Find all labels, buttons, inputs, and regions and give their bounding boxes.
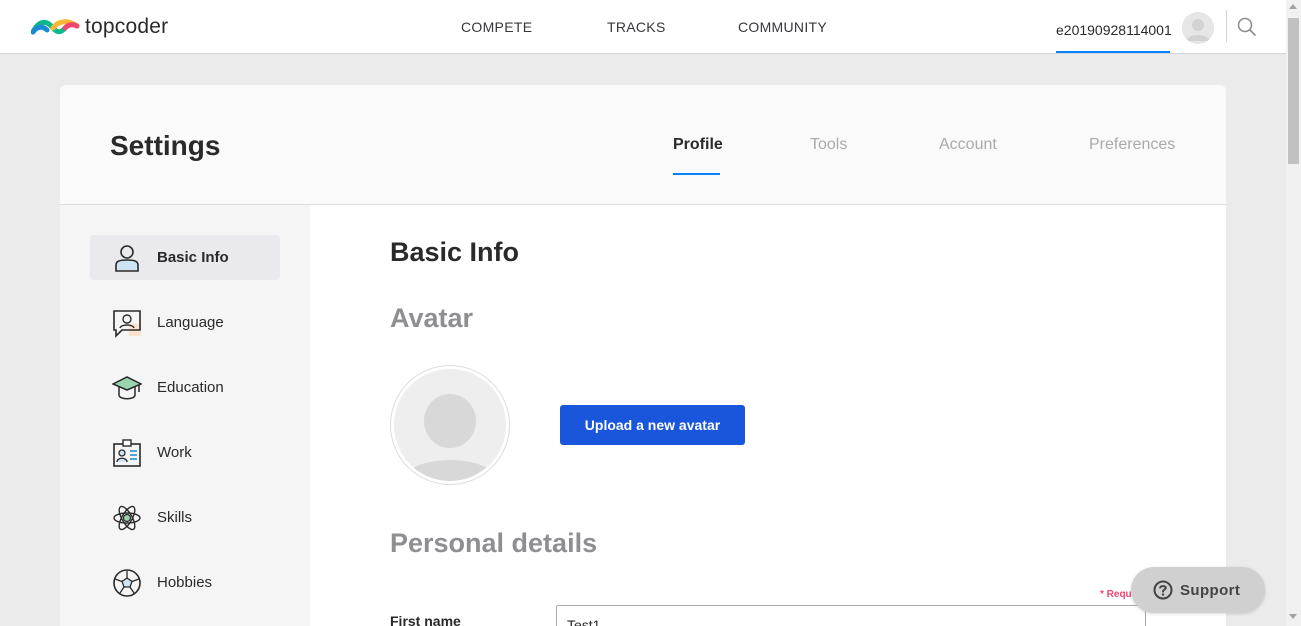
settings-sidebar: Basic Info Language Education Work Skill…: [60, 205, 310, 626]
sidebar-item-hobbies[interactable]: Hobbies: [90, 560, 280, 605]
support-button[interactable]: Support: [1131, 567, 1265, 613]
graduation-cap-icon: [112, 376, 142, 400]
default-avatar-icon: [1182, 12, 1214, 44]
page-title: Basic Info: [390, 237, 520, 267]
username[interactable]: e20190928114001: [1056, 22, 1172, 38]
user-avatar[interactable]: [1182, 12, 1214, 44]
required-note: * Requi: [1100, 589, 1135, 600]
sidebar-item-label: Basic Info: [157, 249, 229, 266]
sidebar-item-education[interactable]: Education: [90, 365, 280, 410]
tab-account[interactable]: Account: [939, 136, 997, 154]
settings-card: Settings Profile Tools Account Preferenc…: [60, 85, 1226, 626]
scroll-thumb[interactable]: [1288, 18, 1299, 164]
sidebar-item-label: Language: [157, 314, 224, 331]
nav-community[interactable]: COMMUNITY: [738, 19, 827, 35]
question-icon: [1153, 580, 1173, 600]
sidebar-item-label: Education: [157, 379, 224, 396]
tab-preferences[interactable]: Preferences: [1089, 136, 1175, 154]
nav-compete[interactable]: COMPETE: [461, 19, 532, 35]
brand-name: topcoder: [85, 15, 169, 38]
first-name-label: First name: [390, 613, 461, 626]
atom-icon: [113, 505, 141, 531]
soccer-ball-icon: [113, 569, 141, 597]
sidebar-item-label: Work: [157, 444, 192, 461]
search-button[interactable]: [1236, 16, 1258, 38]
topcoder-logo-icon: [31, 19, 80, 35]
sidebar-item-language[interactable]: Language: [90, 300, 280, 345]
profile-avatar: [390, 365, 510, 485]
scroll-up-arrow-icon[interactable]: [1289, 4, 1297, 9]
personal-details-title: Personal details: [390, 528, 598, 558]
top-navbar: topcoder COMPETE TRACKS COMMUNITY e20190…: [0, 0, 1286, 54]
tab-tools[interactable]: Tools: [810, 136, 847, 154]
sidebar-item-basic-info[interactable]: Basic Info: [90, 235, 280, 280]
nav-divider: [1226, 10, 1227, 42]
sidebar-item-work[interactable]: Work: [90, 430, 280, 475]
sidebar-item-label: Skills: [157, 509, 193, 526]
sidebar-item-skills[interactable]: Skills: [90, 495, 280, 540]
support-label: Support: [1180, 581, 1241, 599]
settings-title: Settings: [110, 130, 221, 161]
topcoder-logo[interactable]: topcoder: [31, 13, 168, 41]
id-card-icon: [113, 439, 141, 467]
search-icon: [1237, 17, 1256, 36]
user-icon: [115, 245, 139, 272]
avatar-section-title: Avatar: [390, 303, 474, 333]
upload-avatar-button[interactable]: Upload a new avatar: [560, 405, 745, 445]
nav-tracks[interactable]: TRACKS: [607, 19, 666, 35]
language-icon: [113, 310, 141, 338]
sidebar-item-label: Hobbies: [157, 574, 213, 591]
settings-header: Settings Profile Tools Account Preferenc…: [60, 85, 1226, 205]
username-underline: [1056, 51, 1170, 53]
tab-profile[interactable]: Profile: [673, 136, 723, 154]
default-avatar-icon: [394, 369, 506, 481]
page-scrollbar[interactable]: [1286, 0, 1301, 626]
first-name-input[interactable]: [556, 605, 1146, 626]
active-tab-underline: [673, 173, 720, 175]
scroll-down-arrow-icon[interactable]: [1289, 614, 1297, 619]
